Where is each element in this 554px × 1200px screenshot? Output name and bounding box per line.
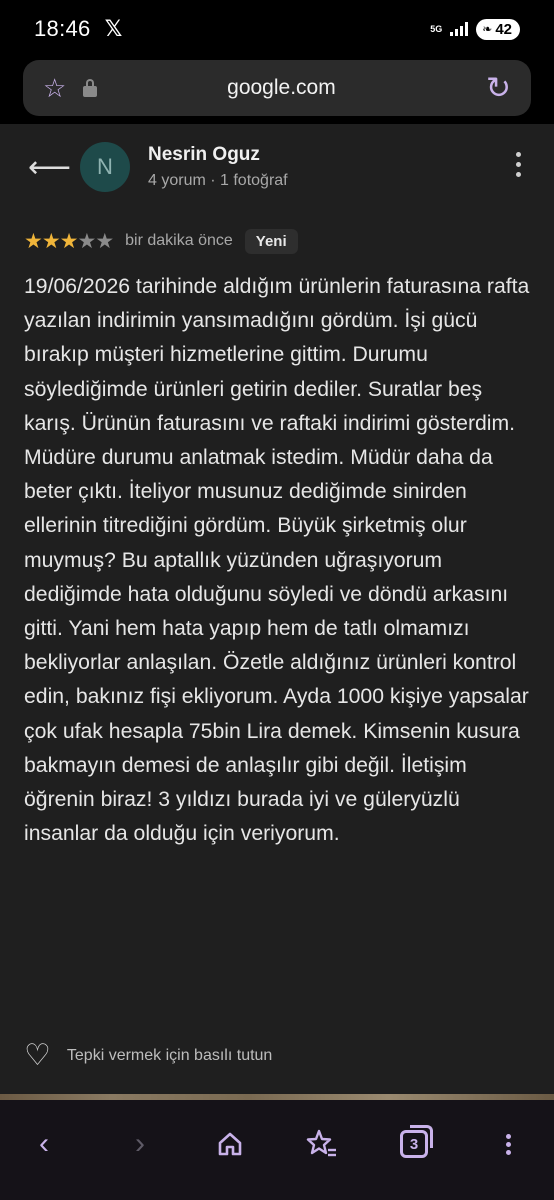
back-button[interactable]: ‹: [22, 1122, 66, 1166]
home-button[interactable]: [208, 1122, 252, 1166]
reviewer-name[interactable]: Nesrin Oguz: [148, 144, 260, 166]
bookmarks-button[interactable]: [300, 1122, 344, 1166]
star-list-icon: [306, 1129, 336, 1157]
signal-icon: [450, 22, 469, 36]
tabs-button[interactable]: 3: [392, 1122, 436, 1166]
home-icon: [218, 1132, 242, 1156]
star-rating: ★ ★ ★ ★ ★: [24, 229, 114, 254]
status-bar: 18:46 𝕏 5G ❧ 42: [0, 0, 554, 58]
reviewer-meta: 4 yorum · 1 fotoğraf: [148, 172, 288, 189]
url-text[interactable]: google.com: [97, 76, 466, 100]
reaction-hint: Tepki vermek için basılı tutun: [66, 1047, 273, 1064]
star-outline-icon[interactable]: ☆: [43, 73, 75, 104]
status-time: 18:46: [34, 16, 91, 41]
forward-button[interactable]: ›: [118, 1122, 162, 1166]
new-badge: Yeni: [244, 228, 298, 254]
reload-icon[interactable]: ↻: [486, 71, 511, 106]
battery-saver-icon: ❧: [482, 22, 493, 36]
menu-button[interactable]: [486, 1122, 530, 1166]
star-filled-icon: ★: [59, 229, 79, 253]
battery-level: 42: [495, 20, 512, 38]
star-filled-icon: ★: [24, 229, 43, 253]
star-empty-icon: ★: [95, 229, 114, 253]
kebab-menu-icon[interactable]: [516, 152, 522, 182]
address-bar[interactable]: ☆ google.com ↻: [23, 60, 531, 116]
network-5g-icon: 5G: [430, 24, 443, 34]
rating-row: ★ ★ ★ ★ ★ bir dakika önce Yeni: [24, 228, 298, 254]
browser-toolbar: ☆ google.com ↻: [0, 58, 554, 124]
star-empty-icon: ★: [77, 229, 96, 253]
reaction-row[interactable]: ♡ Tepki vermek için basılı tutun: [24, 1040, 272, 1072]
review-time: bir dakika önce: [125, 232, 233, 249]
tabs-icon: 3: [400, 1125, 433, 1158]
review-header: ⟵ N Nesrin Oguz 4 yorum · 1 fotoğraf: [0, 130, 554, 210]
vertical-dots-icon: [505, 1131, 511, 1158]
avatar[interactable]: N: [80, 142, 130, 192]
battery-indicator: ❧ 42: [476, 18, 520, 40]
lock-icon[interactable]: [83, 79, 97, 97]
chevron-right-icon: ›: [135, 1127, 145, 1160]
screen: 18:46 𝕏 5G ❧ 42 ☆ google.com ↻ ⟵ N Nesri…: [0, 0, 554, 1200]
review-text: 19/06/2026 tarihinde aldığım ürünlerin f…: [24, 275, 530, 846]
x-app-icon: 𝕏: [104, 16, 123, 41]
chevron-left-icon: ‹: [39, 1127, 49, 1160]
star-filled-icon: ★: [41, 229, 61, 253]
arrow-left-icon[interactable]: ⟵: [28, 150, 71, 185]
heart-outline-icon[interactable]: ♡: [24, 1041, 51, 1071]
browser-bottom-nav: ‹ › 3: [0, 1100, 554, 1200]
status-indicators: 5G ❧ 42: [430, 18, 520, 40]
tab-count: 3: [409, 1135, 419, 1153]
